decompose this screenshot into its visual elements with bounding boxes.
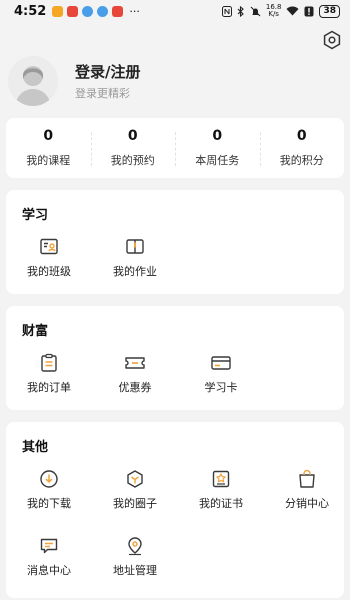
my-circle-item[interactable]: 我的圈子 [100,469,170,511]
circle-icon [127,470,143,488]
settings-icon [323,30,341,50]
alert-icon [304,6,314,16]
section-title: 学习 [22,208,49,223]
grid-label: 我的证书 [199,497,243,510]
my-download-item[interactable]: 我的下载 [14,469,84,511]
stat-my-appointments[interactable]: 0 我的预约 [90,128,176,168]
login-subtitle: 登录更精彩 [75,86,130,100]
default-avatar-icon [8,56,58,106]
grid-label: 优惠券 [118,381,152,394]
grid-label: 分销中心 [285,497,329,510]
study-card-item[interactable]: 学习卡 [186,353,256,395]
settings-button[interactable] [322,30,342,50]
avatar[interactable] [8,56,58,106]
study-section: 学习 我的班级 我的作业 [6,190,344,294]
section-title: 其他 [22,440,49,455]
stat-value: 0 [127,128,138,144]
section-title: 财富 [22,324,49,339]
distribution-center-item[interactable]: 分销中心 [272,469,342,511]
stat-label: 我的预约 [110,154,155,167]
certificate-icon [212,470,230,488]
coupon-icon [125,357,145,369]
my-class-item[interactable]: 我的班级 [14,237,84,279]
stat-value: 0 [296,128,307,144]
grid-label: 学习卡 [204,381,238,394]
card-icon [211,356,231,370]
stat-value: 0 [43,128,54,144]
location-icon [128,537,142,556]
grid-label: 消息中心 [27,564,71,577]
other-section: 其他 我的下载 我的圈子 我的证书 分销中心 消息中心 地址管理 [6,422,344,598]
stat-label: 我的课程 [26,154,71,167]
my-order-item[interactable]: 我的订单 [14,353,84,395]
app-notification-icon [82,5,94,17]
nfc-icon [221,5,232,17]
address-management-item[interactable]: 地址管理 [100,536,170,578]
stat-value: 0 [212,128,223,144]
battery-indicator: 38 [319,4,340,18]
stat-my-points[interactable]: 0 我的积分 [259,128,345,168]
message-icon [40,538,58,554]
my-certificate-item[interactable]: 我的证书 [186,469,256,511]
app-notification-icon [52,5,64,17]
coupon-item[interactable]: 优惠券 [100,353,170,395]
download-icon [40,470,58,488]
profile-header[interactable]: 登录/注册 登录更精彩 [8,56,328,106]
stat-label: 我的积分 [279,154,324,167]
my-homework-item[interactable]: 我的作业 [100,237,170,279]
app-notification-icon [67,5,79,17]
login-register-link[interactable]: 登录/注册 [75,62,140,82]
grid-label: 我的作业 [113,265,157,278]
status-bar: 4:52 ··· 16.8 K/s 38 [0,0,350,22]
class-icon [40,238,58,255]
grid-label: 地址管理 [113,564,157,577]
grid-label: 我的下载 [27,497,71,510]
stat-my-courses[interactable]: 0 我的课程 [6,128,91,168]
bluetooth-icon [237,5,244,17]
stats-card: 0 我的课程 0 我的预约 0 本周任务 0 我的积分 [6,118,344,178]
grid-label: 我的圈子 [113,497,157,510]
grid-label: 我的班级 [27,265,71,278]
status-time: 4:52 [14,3,47,19]
homework-icon [126,239,144,254]
wifi-icon [286,6,299,16]
app-notification-icon [112,5,124,17]
network-speed: 16.8 K/s [266,4,282,18]
message-center-item[interactable]: 消息中心 [14,536,84,578]
order-icon [41,353,57,372]
mute-icon [250,6,261,16]
wealth-section: 财富 我的订单 优惠券 学习卡 [6,306,344,410]
app-notification-icon [97,5,109,17]
stat-label: 本周任务 [195,154,240,167]
stat-weekly-tasks[interactable]: 0 本周任务 [175,128,260,168]
grid-label: 我的订单 [27,381,71,394]
more-notifications-icon: ··· [129,4,140,18]
network-speed-unit: K/s [268,10,279,18]
distribution-icon [299,469,315,488]
